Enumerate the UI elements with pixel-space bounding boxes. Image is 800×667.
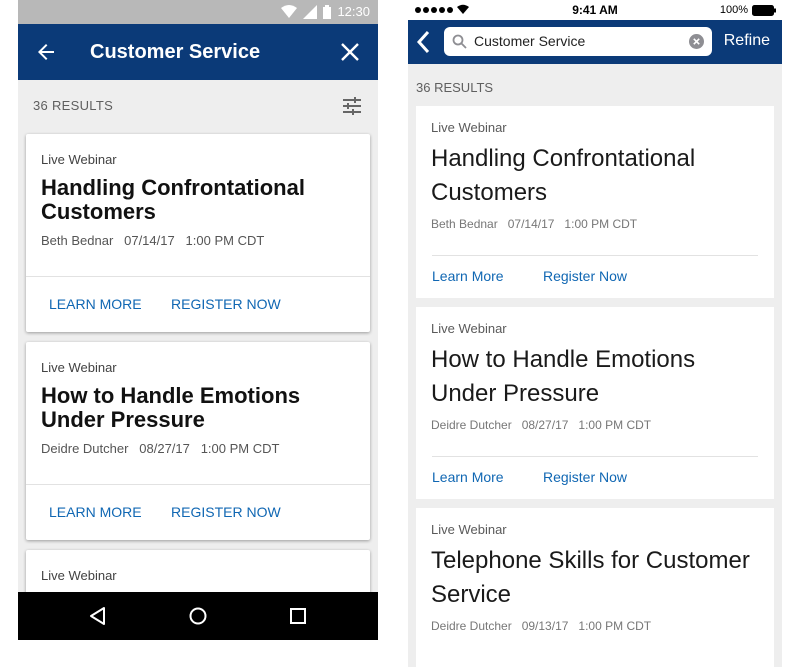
learn-more-button[interactable]: Learn More bbox=[432, 469, 504, 485]
card-eyebrow: Live Webinar bbox=[431, 321, 507, 336]
ios-screen: 9:41 AM 100% Refine 36 RESULTS Live Webi… bbox=[408, 0, 782, 667]
learn-more-button[interactable]: LEARN MORE bbox=[49, 504, 142, 520]
android-screen: 12:30 Customer Service 36 RESULTS Live W… bbox=[18, 0, 378, 640]
nav-back-icon[interactable] bbox=[88, 606, 108, 626]
card-meta: Deidre Dutcher 08/27/17 1:00 PM CDT bbox=[41, 441, 280, 456]
chevron-left-icon[interactable] bbox=[416, 30, 430, 54]
webinar-card: Live Webinar How to Handle Emotions Unde… bbox=[26, 342, 370, 540]
results-count: 36 RESULTS bbox=[33, 98, 114, 113]
refine-button[interactable]: Refine bbox=[724, 32, 770, 50]
card-title: Handling Confrontational Customers bbox=[431, 145, 696, 206]
wifi-icon bbox=[281, 4, 298, 18]
card-divider bbox=[432, 456, 758, 457]
card-divider bbox=[26, 276, 370, 277]
search-input[interactable] bbox=[474, 32, 679, 50]
card-eyebrow: Live Webinar bbox=[41, 360, 117, 375]
register-now-button[interactable]: Register Now bbox=[543, 469, 627, 485]
webinar-card: Live Webinar Handling Confrontational Cu… bbox=[26, 134, 370, 332]
nav-recents-icon[interactable] bbox=[288, 606, 308, 626]
android-app-bar: Customer Service bbox=[18, 24, 378, 80]
register-now-button[interactable]: REGISTER NOW bbox=[171, 504, 281, 520]
webinar-card: Live Webinar How to Handle Emotions Unde… bbox=[416, 307, 774, 499]
filter-icon[interactable] bbox=[342, 96, 362, 116]
close-icon[interactable] bbox=[340, 42, 360, 62]
card-eyebrow: Live Webinar bbox=[41, 568, 117, 583]
battery-icon bbox=[752, 5, 776, 16]
card-eyebrow: Live Webinar bbox=[431, 120, 507, 135]
results-bar: 36 RESULTS bbox=[18, 80, 378, 130]
back-arrow-icon[interactable] bbox=[34, 40, 58, 64]
learn-more-button[interactable]: Learn More bbox=[432, 268, 504, 284]
learn-more-button[interactable]: LEARN MORE bbox=[49, 296, 142, 312]
webinar-card: Live Webinar Telephone Skills for Custom… bbox=[416, 508, 774, 667]
battery-icon bbox=[323, 4, 332, 19]
clear-icon[interactable] bbox=[689, 34, 704, 49]
card-meta: Deidre Dutcher 09/13/17 1:00 PM CDT bbox=[431, 619, 652, 633]
search-icon bbox=[452, 34, 467, 49]
register-now-button[interactable]: Register Now bbox=[543, 268, 627, 284]
search-bar bbox=[444, 27, 712, 56]
page-title: Customer Service bbox=[90, 41, 261, 63]
card-divider bbox=[26, 484, 370, 485]
card-title: Telephone Skills for Customer Service bbox=[431, 547, 750, 608]
card-meta: Beth Bednar 07/14/17 1:00 PM CDT bbox=[431, 217, 638, 231]
card-eyebrow: Live Webinar bbox=[41, 152, 117, 167]
battery-percent: 100% bbox=[719, 4, 748, 16]
nav-home-icon[interactable] bbox=[188, 606, 208, 626]
card-meta: Beth Bednar 07/14/17 1:00 PM CDT bbox=[41, 233, 265, 248]
ios-nav-bar: Refine bbox=[408, 20, 782, 64]
card-title: Handling Confrontational Customers bbox=[41, 175, 305, 224]
card-title: How to Handle Emotions Under Pressure bbox=[431, 346, 696, 407]
android-status-bar: 12:30 bbox=[18, 0, 378, 24]
android-status-time: 12:30 bbox=[337, 4, 370, 19]
card-meta: Deidre Dutcher 08/27/17 1:00 PM CDT bbox=[431, 418, 652, 432]
register-now-button[interactable]: REGISTER NOW bbox=[171, 296, 281, 312]
results-count: 36 RESULTS bbox=[416, 80, 494, 95]
signal-icon bbox=[303, 4, 318, 19]
card-eyebrow: Live Webinar bbox=[431, 522, 507, 537]
card-title: How to Handle Emotions Under Pressure bbox=[41, 383, 301, 432]
ios-status-bar: 9:41 AM 100% bbox=[408, 0, 782, 20]
android-nav-bar bbox=[18, 592, 378, 640]
webinar-card: Live Webinar Handling Confrontational Cu… bbox=[416, 106, 774, 298]
card-divider bbox=[432, 255, 758, 256]
